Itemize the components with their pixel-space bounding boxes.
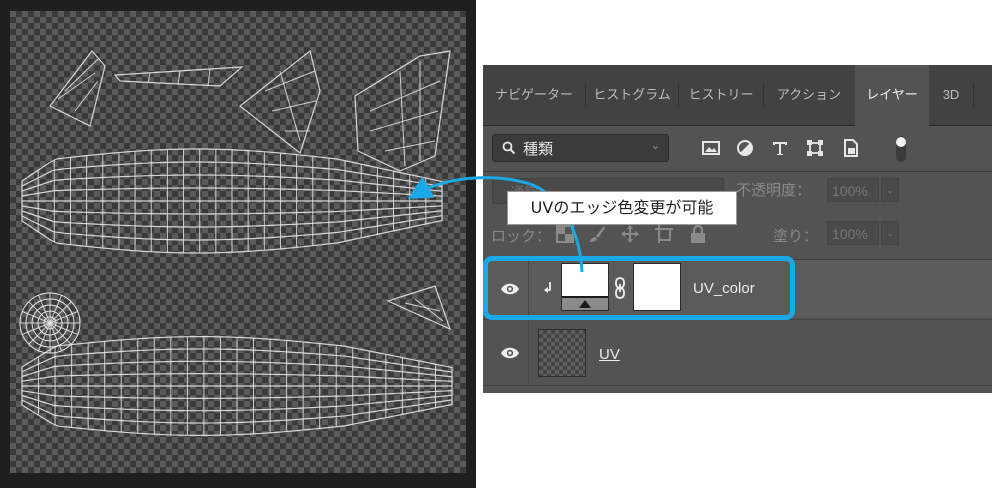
lock-paint-icon[interactable] (587, 224, 607, 244)
callout-label: UVのエッジ色変更が可能 (507, 191, 737, 225)
fill-label: 塗り： (773, 228, 819, 245)
eye-icon[interactable] (500, 346, 520, 360)
lock-all-icon[interactable] (688, 224, 708, 244)
tab-actions[interactable]: アクション (764, 65, 854, 125)
type-filter-icon[interactable] (770, 138, 790, 158)
layers-panel: ナビゲーター ヒストグラム ヒストリー アクション レイヤー 3D 種類 ⌄ 不… (483, 65, 992, 393)
layer-row-uv[interactable]: UV (483, 321, 992, 385)
panel-tab-bar: ナビゲーター ヒストグラム ヒストリー アクション レイヤー 3D (483, 65, 992, 126)
uv-wireframe (19, 49, 453, 437)
lock-position-icon[interactable] (620, 224, 640, 244)
opacity-label: 不透明度： (736, 182, 812, 199)
fill-input[interactable]: 100% (827, 221, 879, 245)
smart-object-filter-icon[interactable] (841, 138, 861, 158)
filter-toggle-icon[interactable] (894, 135, 908, 163)
search-icon (502, 141, 516, 155)
highlight-box (483, 256, 795, 320)
tab-history[interactable]: ヒストリー (679, 65, 763, 125)
image-filter-icon[interactable] (701, 138, 721, 158)
tab-layers[interactable]: レイヤー (855, 65, 929, 126)
lock-transparent-icon[interactable] (555, 224, 575, 244)
fill-dropdown[interactable]: ⌄ (881, 221, 899, 245)
lock-artboard-icon[interactable] (654, 224, 674, 244)
layer-thumbnail[interactable] (538, 329, 586, 377)
chevron-down-icon: ⌄ (650, 140, 660, 152)
tab-navigator[interactable]: ナビゲーター (483, 65, 585, 125)
adjustment-filter-icon[interactable] (735, 138, 755, 158)
divider (483, 171, 992, 172)
tab-3d[interactable]: 3D (929, 65, 973, 125)
filter-kind-label: 種類 (523, 141, 554, 158)
layer-name[interactable]: UV (599, 346, 620, 363)
shape-filter-icon[interactable] (805, 138, 825, 158)
filter-kind-select[interactable]: 種類 ⌄ (492, 134, 669, 162)
uv-canvas (0, 0, 476, 488)
layer-filter-row: 種類 ⌄ (483, 125, 992, 171)
visibility-column-divider (528, 321, 529, 385)
transparency-checkerboard (10, 11, 466, 473)
layer-separator (483, 385, 992, 386)
opacity-dropdown[interactable]: ⌄ (881, 178, 899, 202)
lock-label: ロック： (491, 228, 552, 245)
opacity-input[interactable]: 100% (827, 178, 879, 202)
tab-histogram[interactable]: ヒストグラム (586, 65, 678, 125)
tab-separator (973, 83, 974, 107)
